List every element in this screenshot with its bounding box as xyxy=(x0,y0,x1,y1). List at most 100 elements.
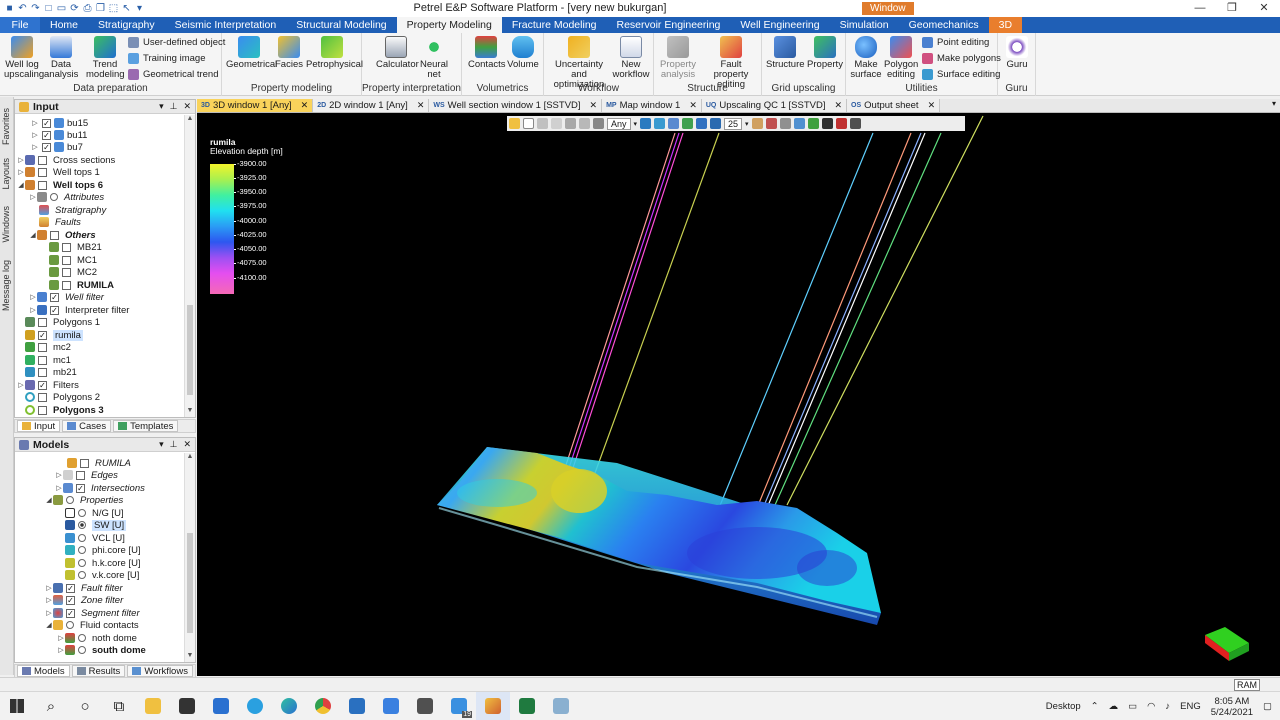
upscale-structure-button[interactable]: Structure xyxy=(766,36,805,70)
panel-close-icon[interactable]: ✕ xyxy=(183,101,191,112)
dropdown-icon[interactable]: ▾ xyxy=(159,439,164,450)
tab-stratigraphy[interactable]: Stratigraphy xyxy=(88,17,165,33)
tab-models[interactable]: Models xyxy=(17,665,70,677)
tab-simulation[interactable]: Simulation xyxy=(830,17,899,33)
tree-item[interactable]: ▷ ✓ Zone filter xyxy=(45,594,123,606)
calendar-icon[interactable] xyxy=(340,692,374,720)
cortana-icon[interactable]: ○ xyxy=(68,692,102,720)
minimize-button[interactable]: — xyxy=(1184,0,1216,17)
battery-icon[interactable]: ▭ xyxy=(1128,701,1137,712)
todo-icon[interactable] xyxy=(374,692,408,720)
tree-item[interactable]: Faults xyxy=(39,216,81,228)
search-icon[interactable]: ⌕ xyxy=(34,692,68,720)
excel-icon[interactable] xyxy=(510,692,544,720)
tree-item[interactable]: VCL [U] xyxy=(65,532,125,544)
geometrical-button[interactable]: Geometrical xyxy=(226,36,277,70)
new-workflow-button[interactable]: New workflow xyxy=(612,36,650,80)
tree-item[interactable]: v.k.core [U] xyxy=(65,569,139,581)
close-tab-icon[interactable]: ✕ xyxy=(689,100,697,111)
volume-icon[interactable]: ♪ xyxy=(1165,701,1170,712)
side-tab-favorites[interactable]: Favorites xyxy=(0,105,12,148)
tree-item[interactable]: N/G [U] xyxy=(65,507,124,519)
user-defined-object-button[interactable]: User-defined object xyxy=(128,37,225,48)
polygon-editing-button[interactable]: Polygon editing xyxy=(884,36,918,80)
upscale-property-button[interactable]: Property xyxy=(806,36,844,70)
close-tab-icon[interactable]: ✕ xyxy=(834,100,842,111)
tab-seismic-interpretation[interactable]: Seismic Interpretation xyxy=(165,17,287,33)
tree-item[interactable]: ▷ ✓ Fault filter xyxy=(45,582,122,594)
tree-item[interactable]: ◢ Well tops 6 xyxy=(17,179,103,191)
tree-item[interactable]: MC2 xyxy=(49,266,97,278)
scroll-down-icon[interactable]: ▼ xyxy=(185,652,195,662)
uncertainty-optimization-button[interactable]: Uncertainty and optimization xyxy=(548,36,610,90)
scroll-up-icon[interactable]: ▲ xyxy=(185,115,195,125)
tree-item[interactable]: MC1 xyxy=(49,254,97,266)
store-icon[interactable] xyxy=(170,692,204,720)
maximize-button[interactable]: ❐ xyxy=(1216,0,1248,17)
tab-map-window-1[interactable]: MP Map window 1 ✕ xyxy=(602,99,702,112)
tree-item[interactable]: SW [U] xyxy=(65,519,127,531)
tree-item[interactable]: Stratigraphy xyxy=(39,204,106,216)
tab-structural-modeling[interactable]: Structural Modeling xyxy=(286,17,396,33)
tree-item[interactable]: ▷ Cross sections xyxy=(17,154,115,166)
scroll-down-icon[interactable]: ▼ xyxy=(185,407,195,417)
contacts-button[interactable]: Contacts xyxy=(468,36,506,70)
tree-item[interactable]: ▷ ✓ Well filter xyxy=(29,291,104,303)
tree-item[interactable]: ▷ Edges xyxy=(55,469,118,481)
tab-reservoir-engineering[interactable]: Reservoir Engineering xyxy=(607,17,731,33)
tree-item[interactable]: ◢ Fluid contacts xyxy=(45,619,138,631)
training-image-button[interactable]: Training image xyxy=(128,53,205,64)
fault-property-editing-button[interactable]: Fault property editing xyxy=(702,36,760,90)
tree-item[interactable]: ✓ rumila xyxy=(17,329,83,341)
tab-input[interactable]: Input xyxy=(17,420,61,432)
calculator-app-icon[interactable] xyxy=(408,692,442,720)
tab-results[interactable]: Results xyxy=(71,665,126,677)
tree-item[interactable]: ◢ Others xyxy=(29,229,95,241)
close-button[interactable]: ✕ xyxy=(1248,0,1280,17)
close-tab-icon[interactable]: ✕ xyxy=(417,100,425,111)
tab-home[interactable]: Home xyxy=(40,17,88,33)
tab-upscaling-qc-1[interactable]: UQ Upscaling QC 1 [SSTVD] ✕ xyxy=(701,99,848,112)
petrophysical-button[interactable]: Petrophysical xyxy=(306,36,363,70)
orientation-cube-icon[interactable] xyxy=(1205,627,1249,661)
side-tab-layouts[interactable]: Layouts xyxy=(0,155,12,193)
close-tab-icon[interactable]: ✕ xyxy=(928,100,936,111)
tree-item[interactable]: RUMILA xyxy=(67,457,131,469)
close-tab-icon[interactable]: ✕ xyxy=(590,100,598,111)
tree-item[interactable]: ▷ ✓ bu7 xyxy=(31,141,83,153)
pin-icon[interactable]: ⊥ xyxy=(170,101,178,112)
side-tab-message-log[interactable]: Message log xyxy=(0,257,12,314)
context-tab-window[interactable]: Window xyxy=(862,2,914,15)
tree-item[interactable]: RUMILA xyxy=(49,279,114,291)
scroll-thumb[interactable] xyxy=(187,305,193,395)
property-analysis-button[interactable]: Property analysis xyxy=(658,36,698,80)
tab-2d-window-1[interactable]: 2D 2D window 1 [Any] ✕ xyxy=(313,99,430,112)
volume-button[interactable]: Volume xyxy=(506,36,540,70)
photos-icon[interactable]: 19 xyxy=(442,692,476,720)
editor-icon[interactable] xyxy=(544,692,578,720)
calculator-button[interactable]: Calculator xyxy=(376,36,419,70)
close-tab-icon[interactable]: ✕ xyxy=(301,100,309,111)
tree-item[interactable]: Polygons 3 xyxy=(17,404,104,416)
telegram-icon[interactable] xyxy=(238,692,272,720)
tab-fracture-modeling[interactable]: Fracture Modeling xyxy=(502,17,607,33)
mail-icon[interactable] xyxy=(204,692,238,720)
guru-button[interactable]: Guru xyxy=(1002,36,1032,70)
models-scrollbar[interactable]: ▲ ▼ xyxy=(184,453,195,662)
well-log-upscaling-button[interactable]: Well log upscaling xyxy=(4,36,44,80)
facies-button[interactable]: Facies xyxy=(274,36,304,70)
tab-geomechanics[interactable]: Geomechanics xyxy=(899,17,989,33)
tree-item[interactable]: ▷ noth dome xyxy=(57,632,137,644)
tree-item[interactable]: ▷ Well tops 1 xyxy=(17,166,100,178)
point-editing-button[interactable]: Point editing xyxy=(922,37,989,48)
data-analysis-button[interactable]: Data analysis xyxy=(44,36,78,80)
petrel-icon[interactable] xyxy=(476,691,510,720)
side-tab-windows[interactable]: Windows xyxy=(0,203,12,246)
pin-icon[interactable]: ⊥ xyxy=(170,439,178,450)
geometrical-trend-button[interactable]: Geometrical trend xyxy=(128,69,219,80)
desktop-toolbar[interactable]: Desktop xyxy=(1046,701,1081,712)
tree-item[interactable]: Polygons 2 xyxy=(17,391,100,403)
neural-net-button[interactable]: Neural net xyxy=(420,36,448,80)
scroll-up-icon[interactable]: ▲ xyxy=(185,453,195,463)
tab-3d[interactable]: 3D xyxy=(988,17,1023,33)
